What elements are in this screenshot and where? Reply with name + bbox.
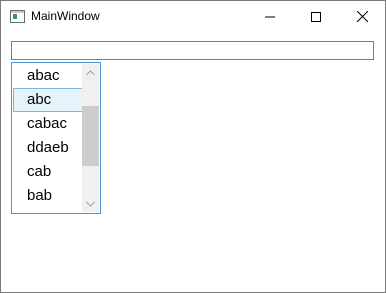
list-item[interactable]: ddaeb xyxy=(13,136,83,160)
maximize-icon xyxy=(311,11,321,22)
scroll-down-button[interactable] xyxy=(82,195,99,212)
close-icon xyxy=(356,11,368,22)
vertical-scrollbar[interactable] xyxy=(82,64,99,212)
title-bar[interactable]: MainWindow xyxy=(1,1,385,32)
main-window: MainWindow abac abc cabac ddaeb cab bab xyxy=(0,0,386,293)
list-item[interactable]: cabac xyxy=(13,112,83,136)
list-box[interactable]: abac abc cabac ddaeb cab bab xyxy=(11,62,101,214)
minimize-button[interactable] xyxy=(247,1,293,32)
list-item[interactable]: abc xyxy=(13,88,83,112)
scrollbar-track[interactable] xyxy=(82,81,99,195)
app-window-icon xyxy=(10,10,25,23)
window-title: MainWindow xyxy=(31,9,100,23)
chevron-up-icon xyxy=(86,69,95,75)
text-input[interactable] xyxy=(11,41,374,60)
list-item[interactable]: cab xyxy=(13,160,83,184)
maximize-button[interactable] xyxy=(293,1,339,32)
list-items: abac abc cabac ddaeb cab bab xyxy=(13,64,83,208)
list-item[interactable]: bab xyxy=(13,184,83,208)
minimize-icon xyxy=(265,16,275,17)
close-button[interactable] xyxy=(339,1,385,32)
scroll-up-button[interactable] xyxy=(82,64,99,81)
list-item[interactable]: abac xyxy=(13,64,83,88)
chevron-down-icon xyxy=(86,201,95,207)
scrollbar-thumb[interactable] xyxy=(82,106,99,166)
